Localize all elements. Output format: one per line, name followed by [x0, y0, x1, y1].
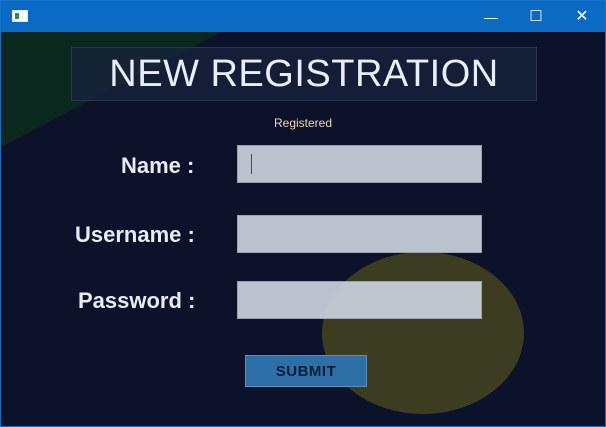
- minimize-button[interactable]: —: [468, 1, 514, 32]
- status-message: Registered: [273, 116, 333, 130]
- titlebar[interactable]: — ☐ ✕: [1, 1, 605, 32]
- maximize-icon: ☐: [529, 8, 543, 25]
- registration-window: — ☐ ✕ NEW REGISTRATION Registered Name :…: [0, 0, 606, 427]
- decorative-yellow-circle: [322, 252, 524, 414]
- close-icon: ✕: [575, 7, 589, 25]
- name-input[interactable]: [237, 145, 482, 183]
- username-label: Username :: [75, 222, 195, 247]
- text-caret: [251, 154, 252, 174]
- minimize-icon: —: [484, 8, 498, 25]
- form-area: NEW REGISTRATION Registered Name : Usern…: [1, 32, 605, 426]
- page-title: NEW REGISTRATION: [109, 52, 499, 95]
- password-label: Password :: [78, 288, 196, 313]
- close-button[interactable]: ✕: [559, 1, 605, 32]
- title-banner: NEW REGISTRATION: [71, 47, 537, 101]
- username-input[interactable]: [237, 215, 482, 253]
- app-icon: [12, 10, 28, 22]
- name-label: Name :: [121, 153, 195, 178]
- submit-button[interactable]: SUBMIT: [245, 355, 367, 387]
- password-input[interactable]: [237, 281, 482, 319]
- maximize-button[interactable]: ☐: [513, 1, 559, 32]
